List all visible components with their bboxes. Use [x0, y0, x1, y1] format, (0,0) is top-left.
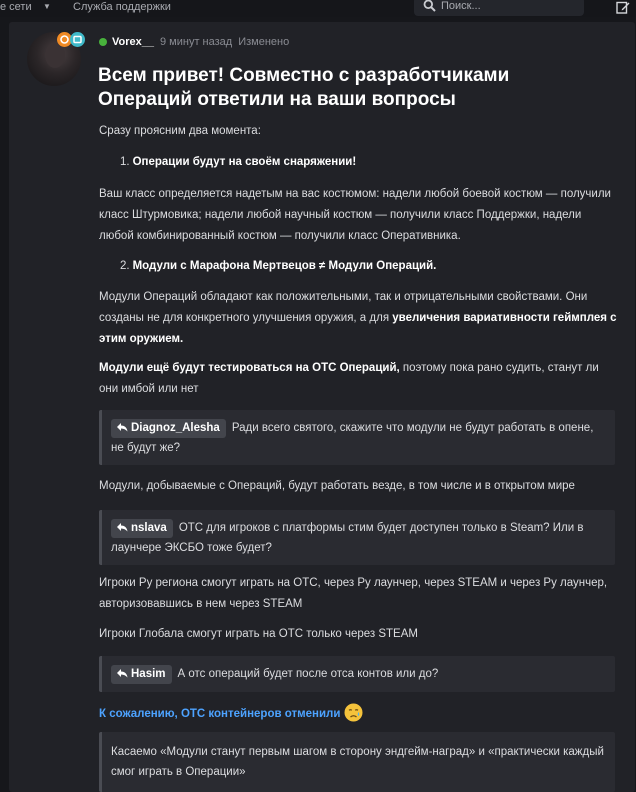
answer-2a: Игроки Ру региона смогут играть на ОТС, … [99, 577, 608, 610]
quote-text: Касаемо «Модули станут первым шагом в ст… [111, 746, 604, 778]
post-time[interactable]: 9 минут назад [160, 36, 232, 48]
quote-author-name[interactable]: Diagnoz_Alesha [131, 422, 220, 434]
answer-1: Модули, добываемые с Операций, будут раб… [99, 480, 575, 492]
quote-author-name[interactable]: Hasim [131, 668, 166, 680]
author-name[interactable]: Vorex__ [112, 36, 154, 48]
modules-paragraph: Модули Операций обладают как положительн… [99, 287, 619, 350]
list-number-1: 1. [120, 156, 130, 168]
reply-arrow-icon [117, 423, 128, 432]
reply-arrow-icon [117, 669, 128, 678]
quote-block-4: Касаемо «Модули станут первым шагом в ст… [99, 732, 615, 792]
testing-paragraph: Модули ещё будут тестироваться на ОТС Оп… [99, 358, 619, 400]
list-item-2: 2. Модули с Марафона Мертвецов ≠ Модули О… [120, 260, 436, 272]
class-paragraph: Ваш класс определяется надетым на вас ко… [99, 188, 611, 242]
search-box[interactable] [414, 0, 584, 16]
online-status-icon [99, 37, 107, 46]
quote-block-1: Diagnoz_Alesha Ради всего святого, скажит… [99, 410, 615, 465]
quote-author-chip[interactable]: Hasim [111, 665, 172, 684]
search-icon [423, 0, 436, 12]
chevron-down-icon[interactable]: ▼ [43, 2, 51, 11]
list-item-1-text: Операции будут на своём снаряжении! [132, 156, 357, 168]
list-number-2: 2. [120, 260, 130, 272]
nav-link-network[interactable]: е сети [0, 1, 32, 13]
post-meta: Vorex__ 9 минут назад Изменено [99, 36, 295, 48]
quote-author-chip[interactable]: nslava [111, 519, 173, 538]
quote-text: А отс операций будет после отса контов и… [177, 668, 439, 680]
reply-arrow-icon [117, 523, 128, 532]
post-title: Всем привет! Совместно с разработчиками … [98, 65, 510, 110]
containers-cancelled-text: К сожалению, ОТС контейнеров отменили [99, 703, 363, 722]
quote-author-name[interactable]: nslava [131, 522, 167, 534]
quote-block-2: nslava ОТС для игроков с платформы стим б… [99, 510, 615, 565]
edit-icon[interactable] [616, 0, 630, 14]
edited-label: Изменено [238, 36, 290, 48]
top-navigation-bar: е сети ▼ Служба поддержки [0, 0, 636, 17]
containers-cancelled-label: К сожалению, ОТС контейнеров отменили [99, 708, 341, 720]
group-badge-icon [57, 32, 85, 47]
quote-author-chip[interactable]: Diagnoz_Alesha [111, 419, 226, 438]
nav-link-support[interactable]: Служба поддержки [73, 1, 171, 13]
intro-text: Сразу проясним два момента: [99, 125, 261, 137]
answer-2b: Игроки Глобала смогут играть на ОТС толь… [99, 628, 418, 640]
quote-block-3: Hasim А отс операций будет после отса кон… [99, 656, 615, 692]
crying-emoji-icon [344, 703, 363, 722]
quote-text: ОТС для игроков с платформы стим будет д… [111, 522, 584, 554]
search-input[interactable] [441, 0, 571, 13]
list-item-1: 1. Операции будут на своём снаряжении! [120, 156, 356, 168]
list-item-2-text: Модули с Марафона Мертвецов ≠ Модули Опе… [132, 260, 437, 272]
testing-emphasis: Модули ещё будут тестироваться на ОТС Оп… [99, 362, 400, 374]
